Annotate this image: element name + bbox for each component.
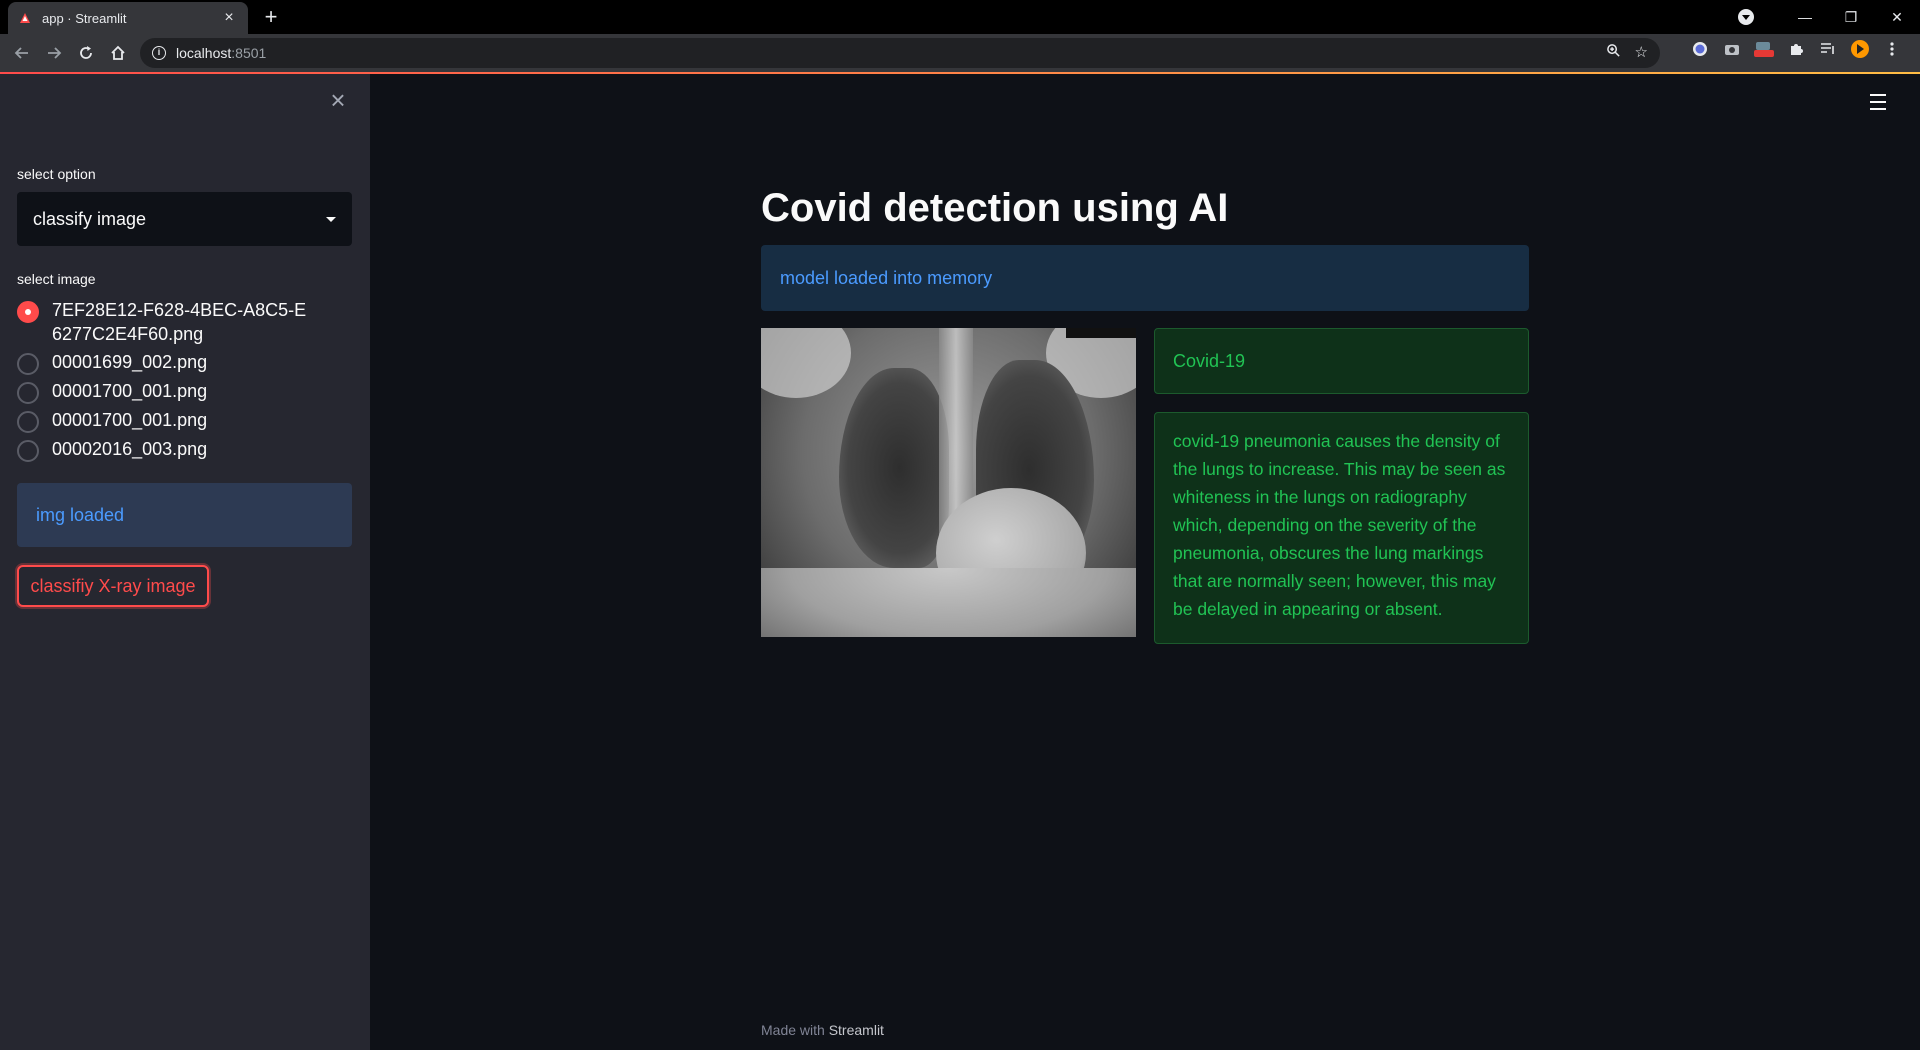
classify-xray-button[interactable]: classifiy X-ray image bbox=[17, 565, 209, 607]
media-queue-icon[interactable] bbox=[1818, 39, 1838, 59]
radio-unchecked-icon[interactable] bbox=[17, 411, 39, 433]
model-loaded-info-box: model loaded into memory bbox=[761, 245, 1529, 311]
page-title: Covid detection using AI bbox=[761, 186, 1229, 230]
zoom-icon[interactable] bbox=[1606, 43, 1621, 62]
url-text: localhost:8501 bbox=[176, 45, 267, 61]
radio-option[interactable]: 00001700_001.png bbox=[17, 408, 352, 433]
tab-close-icon[interactable]: × bbox=[220, 9, 238, 27]
browser-tab[interactable]: app · Streamlit × bbox=[8, 2, 248, 34]
profile-menu-icon[interactable] bbox=[1738, 9, 1754, 25]
radio-unchecked-icon[interactable] bbox=[17, 353, 39, 375]
radio-option[interactable]: 00001700_001.png bbox=[17, 379, 352, 404]
restore-icon[interactable]: ❐ bbox=[1828, 0, 1874, 34]
address-bar: i localhost:8501 ☆ bbox=[0, 34, 1920, 72]
radio-option[interactable]: 00001699_002.png bbox=[17, 350, 352, 375]
browser-tab-bar: app · Streamlit × + — ❐ ✕ bbox=[0, 0, 1920, 34]
img-loaded-info-box: img loaded bbox=[17, 483, 352, 547]
main-content: Covid detection using AI model loaded in… bbox=[370, 74, 1920, 1050]
window-controls: — ❐ ✕ bbox=[1738, 0, 1920, 34]
radio-option-label: 00001700_001.png bbox=[52, 381, 208, 401]
radio-unchecked-icon[interactable] bbox=[17, 382, 39, 404]
select-image-label: select image bbox=[17, 271, 96, 287]
sidebar: × select option classify image select im… bbox=[0, 74, 370, 1050]
select-option-label: select option bbox=[17, 166, 96, 182]
diagnosis-description-box: covid-19 pneumonia causes the density of… bbox=[1154, 412, 1529, 644]
extensions-puzzle-icon[interactable] bbox=[1786, 39, 1806, 59]
classification-result-box: Covid-19 bbox=[1154, 328, 1529, 394]
chest-xray-image bbox=[761, 328, 1136, 637]
hamburger-menu-icon[interactable] bbox=[1870, 94, 1894, 114]
streamlit-logo-icon bbox=[18, 11, 32, 25]
browser-menu-icon[interactable] bbox=[1882, 39, 1902, 59]
camera-icon[interactable] bbox=[1722, 39, 1742, 59]
url-omnibox[interactable]: i localhost:8501 ☆ bbox=[140, 38, 1660, 68]
sidebar-close-icon[interactable]: × bbox=[326, 87, 350, 113]
close-window-icon[interactable]: ✕ bbox=[1874, 0, 1920, 34]
select-value: classify image bbox=[33, 208, 147, 229]
back-arrow-icon[interactable] bbox=[6, 37, 38, 69]
radio-option-label: 00002016_003.png bbox=[52, 439, 208, 459]
footer: Made with Streamlit bbox=[761, 1022, 884, 1038]
extensions-bar bbox=[1690, 39, 1902, 59]
option-select[interactable]: classify image bbox=[17, 192, 352, 246]
profile-avatar-icon[interactable] bbox=[1850, 39, 1870, 59]
footer-prefix: Made with bbox=[761, 1022, 829, 1038]
reload-icon[interactable] bbox=[70, 37, 102, 69]
image-radio-group: 7EF28E12-F628-4BEC-A8C5-E6277C2E4F60.png… bbox=[17, 298, 352, 466]
tab-title: app · Streamlit bbox=[42, 10, 127, 26]
radio-option-label: 00001699_002.png bbox=[52, 352, 208, 372]
minimize-icon[interactable]: — bbox=[1782, 0, 1828, 34]
site-info-icon[interactable]: i bbox=[152, 46, 166, 60]
radio-option-label: 00001700_001.png bbox=[52, 410, 208, 430]
new-tab-plus-icon[interactable]: + bbox=[258, 4, 284, 30]
radio-option[interactable]: 00002016_003.png bbox=[17, 437, 352, 462]
bookmark-star-icon[interactable]: ☆ bbox=[1635, 43, 1648, 62]
chevron-down-icon bbox=[326, 216, 336, 222]
forward-arrow-icon[interactable] bbox=[38, 37, 70, 69]
radio-option[interactable]: 7EF28E12-F628-4BEC-A8C5-E6277C2E4F60.png bbox=[17, 298, 352, 346]
radio-option-label: 7EF28E12-F628-4BEC-A8C5-E6277C2E4F60.png bbox=[52, 300, 307, 344]
extension-block-icon[interactable] bbox=[1690, 39, 1710, 59]
streamlit-link[interactable]: Streamlit bbox=[829, 1022, 884, 1038]
radio-unchecked-icon[interactable] bbox=[17, 440, 39, 462]
radio-checked-icon[interactable] bbox=[17, 301, 39, 323]
new-badge-extension-icon[interactable] bbox=[1754, 39, 1774, 59]
home-icon[interactable] bbox=[102, 37, 134, 69]
